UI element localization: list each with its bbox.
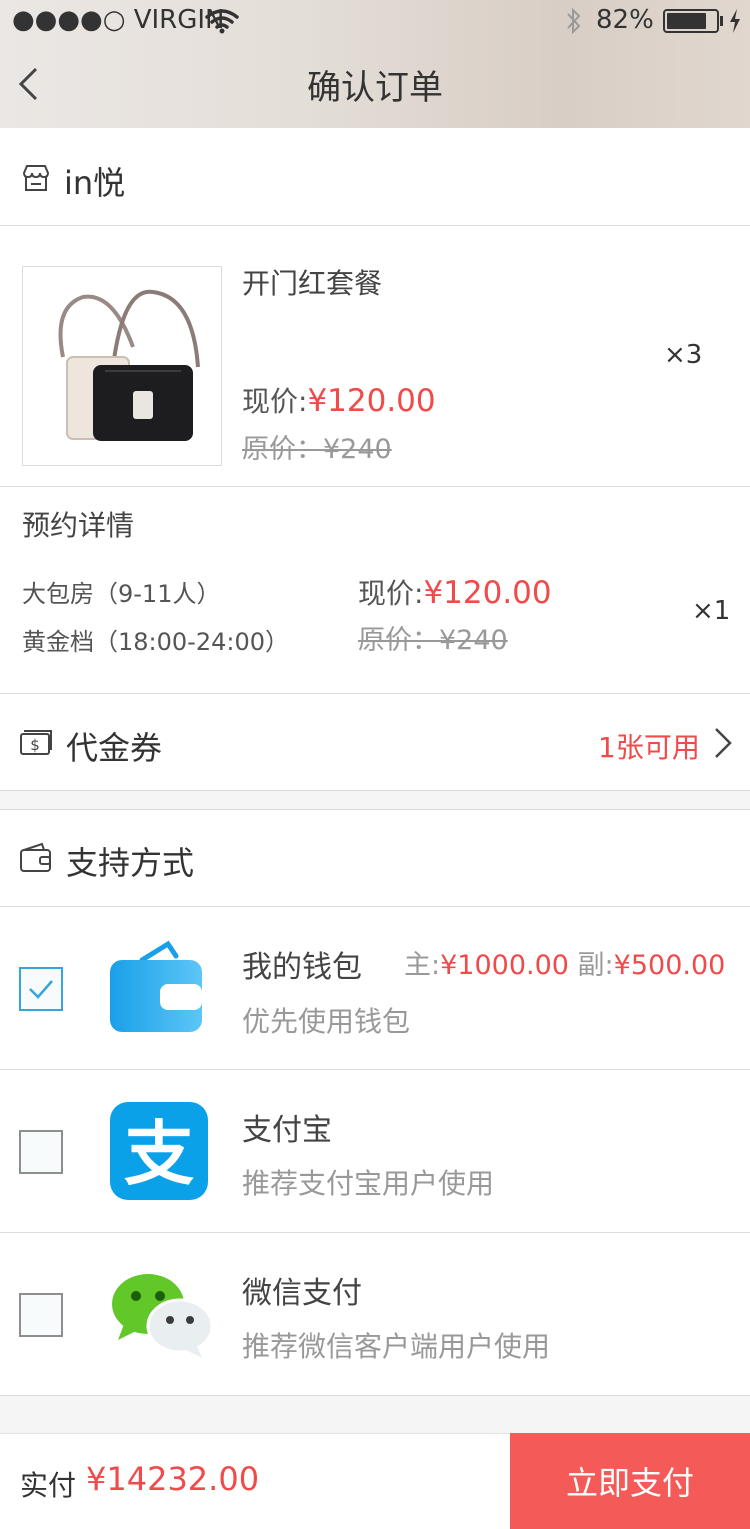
wechat-desc: 推荐微信客户端用户使用 xyxy=(242,1330,551,1363)
booking-title: 预约详情 xyxy=(22,509,135,542)
carrier-label: ●●●●○ VIRGIN xyxy=(12,5,225,35)
product-image xyxy=(22,266,222,466)
total-label: 实付 xyxy=(20,1469,77,1502)
pay-now-button[interactable]: 立即支付 xyxy=(510,1433,750,1529)
wallet-outline-icon xyxy=(20,842,51,872)
checkmark-icon xyxy=(29,980,53,999)
wechat-icon xyxy=(112,1274,214,1358)
battery-percent: 82% xyxy=(596,5,654,35)
battery-icon xyxy=(663,9,719,33)
svg-text:$: $ xyxy=(30,736,40,754)
wallet-desc: 优先使用钱包 xyxy=(242,1005,411,1038)
booking-quantity: ×1 xyxy=(692,596,731,626)
booking-original-price: 原价：¥240 xyxy=(358,625,508,656)
alipay-name: 支付宝 xyxy=(242,1113,332,1148)
shop-name: in悦 xyxy=(64,164,126,202)
total-amount: ¥14232.00 xyxy=(86,1460,260,1498)
page-title: 确认订单 xyxy=(307,68,443,108)
alipay-desc: 推荐支付宝用户使用 xyxy=(242,1167,495,1200)
price-label: 现价: xyxy=(358,577,424,610)
product-quantity: ×3 xyxy=(664,340,703,370)
booking-slot: 黄金档（18:00-24:00） xyxy=(22,628,289,656)
price-value: ¥120.00 xyxy=(307,383,436,419)
product-original-price: 原价：¥240 xyxy=(242,434,392,465)
sub-balance-label: 副: xyxy=(577,950,614,981)
bluetooth-icon xyxy=(567,7,581,35)
payment-section-title: 支持方式 xyxy=(66,844,195,882)
store-icon xyxy=(22,165,50,191)
wallet-name: 我的钱包 xyxy=(242,950,362,985)
main-balance-value: ¥1000.00 xyxy=(440,950,569,981)
wallet-checkbox[interactable] xyxy=(19,967,63,1011)
wifi-icon xyxy=(205,9,239,34)
product-name: 开门红套餐 xyxy=(242,267,383,300)
chevron-right-icon[interactable] xyxy=(712,726,734,760)
wechat-name: 微信支付 xyxy=(242,1276,362,1311)
main-balance-label: 主: xyxy=(404,950,441,981)
price-value: ¥120.00 xyxy=(423,575,552,611)
price-label: 现价: xyxy=(242,385,308,418)
wechat-checkbox[interactable] xyxy=(19,1293,63,1337)
sub-balance-value: ¥500.00 xyxy=(613,950,726,981)
booking-room: 大包房（9-11人） xyxy=(22,580,221,608)
voucher-icon: $ xyxy=(20,730,52,755)
voucher-available[interactable]: 1张可用 xyxy=(598,726,700,766)
alipay-checkbox[interactable] xyxy=(19,1130,63,1174)
charging-icon xyxy=(730,9,740,33)
wallet-icon xyxy=(110,940,202,1032)
wallet-balance: 主:¥1000.00 副:¥500.00 xyxy=(404,943,725,982)
svg-text:支: 支 xyxy=(124,1113,194,1195)
booking-price: 现价:¥120.00 xyxy=(358,572,552,612)
alipay-icon: 支 xyxy=(110,1102,208,1200)
voucher-label: 代金券 xyxy=(66,729,163,767)
product-price: 现价:¥120.00 xyxy=(242,380,436,420)
